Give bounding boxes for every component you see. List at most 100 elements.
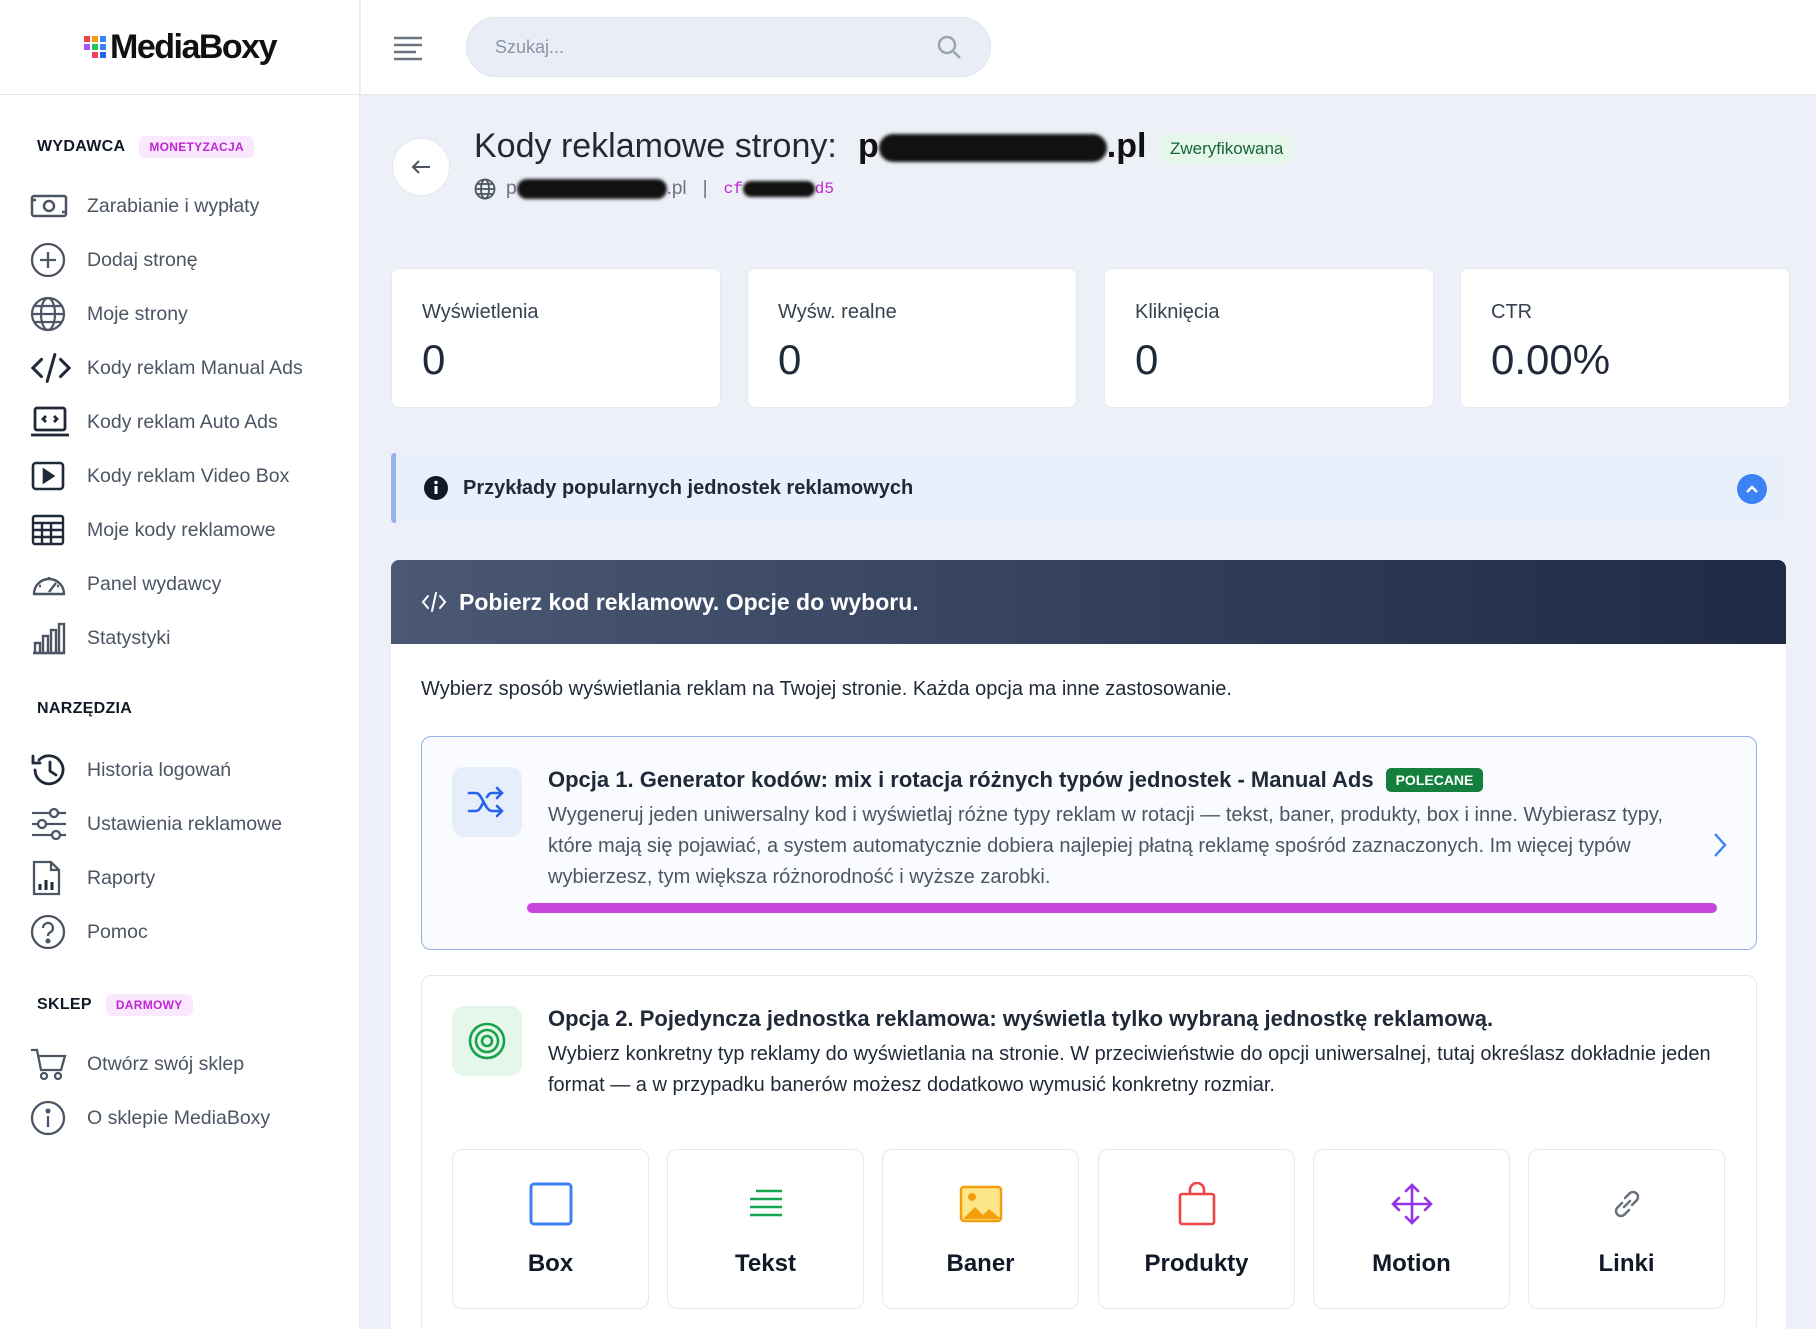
stat-label: Wyśw. realne bbox=[778, 301, 897, 323]
info-icon bbox=[30, 1098, 72, 1138]
report-icon bbox=[30, 858, 72, 898]
sidebar-item-label: Kody reklam Manual Ads bbox=[87, 356, 303, 379]
table-icon bbox=[30, 510, 72, 550]
format-products[interactable]: Produkty bbox=[1098, 1149, 1295, 1309]
format-label: Baner bbox=[946, 1250, 1015, 1277]
sidebar-item-ad-settings[interactable]: Ustawienia reklamowe bbox=[30, 804, 350, 844]
sidebar-item-my-ad-codes[interactable]: Moje kody reklamowe bbox=[30, 510, 350, 550]
sidebar-item-help[interactable]: Pomoc bbox=[30, 912, 350, 952]
code-icon bbox=[30, 348, 72, 388]
sidebar-item-add-site[interactable]: Dodaj stronę bbox=[30, 240, 350, 280]
format-text[interactable]: Tekst bbox=[667, 1149, 864, 1309]
video-icon bbox=[30, 456, 72, 496]
option-1-description: Wygeneruj jeden uniwersalny kod i wyświe… bbox=[548, 804, 1663, 888]
option-1-title: Opcja 1. Generator kodów: mix i rotacja … bbox=[548, 767, 1374, 792]
redacted-block bbox=[742, 180, 815, 197]
panel-header: Pobierz kod reklamowy. Opcje do wyboru. bbox=[391, 560, 1786, 644]
sidebar-item-label: Kody reklam Auto Ads bbox=[87, 410, 278, 433]
arrow-left-icon bbox=[411, 160, 430, 174]
stat-value: 0 bbox=[778, 336, 802, 383]
sidebar-item-reports[interactable]: Raporty bbox=[30, 858, 350, 898]
target-icon bbox=[452, 1006, 522, 1076]
stat-label: Wyświetlenia bbox=[422, 301, 539, 323]
status-badge: Zweryfikowana bbox=[1158, 133, 1296, 165]
examples-accordion[interactable]: Przykłady popularnych jednostek reklamow… bbox=[391, 453, 1789, 523]
topbar bbox=[361, 0, 1816, 95]
bar-chart-icon bbox=[30, 618, 72, 658]
section-title: WYDAWCA bbox=[37, 138, 126, 155]
section-publisher: WYDAWCA MONETYZACJA bbox=[37, 136, 254, 158]
stat-label: Kliknięcia bbox=[1135, 301, 1220, 323]
section-badge: MONETYZACJA bbox=[139, 136, 254, 158]
sidebar: MediaBoxy WYDAWCA MONETYZACJA Zarabianie… bbox=[0, 0, 360, 1329]
sidebar-item-label: Raporty bbox=[87, 866, 156, 889]
sidebar-item-login-history[interactable]: Historia logowań bbox=[30, 750, 350, 790]
globe-icon bbox=[474, 178, 496, 200]
plus-circle-icon bbox=[30, 240, 72, 280]
site-code-suffix: d5 bbox=[814, 180, 834, 198]
separator: | bbox=[702, 178, 708, 199]
site-subline: p .pl | cf d5 bbox=[474, 178, 834, 200]
search-icon[interactable] bbox=[936, 34, 962, 60]
panel-title: Pobierz kod reklamowy. Opcje do wyboru. bbox=[459, 588, 919, 615]
menu-toggle-icon[interactable] bbox=[391, 28, 431, 68]
sidebar-item-statistics[interactable]: Statystyki bbox=[30, 618, 350, 658]
stat-card-real-views: Wyśw. realne 0 bbox=[747, 268, 1077, 408]
redacted-block bbox=[878, 134, 1107, 163]
stat-card-ctr: CTR 0.00% bbox=[1460, 268, 1790, 408]
logo-icon bbox=[84, 36, 106, 58]
sidebar-item-label: Zarabianie i wypłaty bbox=[87, 194, 260, 217]
sidebar-item-label: Pomoc bbox=[87, 920, 148, 943]
page-title: Kody reklamowe strony: bbox=[474, 127, 837, 165]
format-box[interactable]: Box bbox=[452, 1149, 649, 1309]
stat-value: 0.00% bbox=[1491, 336, 1611, 383]
shuffle-icon bbox=[452, 767, 522, 837]
sidebar-item-video-box[interactable]: Kody reklam Video Box bbox=[30, 456, 350, 496]
stat-value: 0 bbox=[422, 336, 446, 383]
sidebar-item-label: Moje kody reklamowe bbox=[87, 518, 276, 541]
recommended-badge: POLECANE bbox=[1385, 768, 1484, 792]
logo[interactable]: MediaBoxy bbox=[0, 0, 360, 95]
format-label: Box bbox=[527, 1250, 574, 1277]
section-shop: SKLEP DARMOWY bbox=[37, 994, 193, 1016]
format-links[interactable]: Linki bbox=[1528, 1149, 1725, 1309]
code-icon bbox=[421, 591, 447, 613]
sidebar-item-label: O sklepie MediaBoxy bbox=[87, 1106, 271, 1129]
stat-value: 0 bbox=[1135, 336, 1159, 383]
cart-icon bbox=[30, 1044, 72, 1084]
sub-domain-suffix: .pl bbox=[666, 178, 687, 199]
sidebar-item-label: Otwórz swój sklep bbox=[87, 1052, 245, 1075]
search-input[interactable] bbox=[495, 36, 936, 58]
highlight-mark bbox=[527, 903, 1717, 913]
text-lines-icon bbox=[748, 1182, 784, 1226]
sidebar-item-label: Panel wydawcy bbox=[87, 572, 222, 595]
sidebar-item-earnings[interactable]: Zarabianie i wypłaty bbox=[30, 186, 350, 226]
format-label: Linki bbox=[1598, 1250, 1655, 1277]
sidebar-item-label: Dodaj stronę bbox=[87, 248, 198, 271]
format-banner[interactable]: Baner bbox=[882, 1149, 1079, 1309]
format-label: Tekst bbox=[735, 1250, 796, 1277]
brand-name: MediaBoxy bbox=[110, 27, 278, 66]
option-1-card[interactable]: Opcja 1. Generator kodów: mix i rotacja … bbox=[421, 736, 1757, 950]
back-button[interactable] bbox=[392, 138, 450, 196]
chevron-up-icon[interactable] bbox=[1737, 474, 1767, 504]
sidebar-item-auto-ads[interactable]: Kody reklam Auto Ads bbox=[30, 402, 350, 442]
option-2-title: Opcja 2. Pojedyncza jednostka reklamowa:… bbox=[548, 1006, 1494, 1031]
sidebar-item-manual-ads[interactable]: Kody reklam Manual Ads bbox=[30, 348, 350, 388]
money-icon bbox=[30, 186, 72, 226]
sub-domain-prefix: p bbox=[506, 178, 517, 199]
help-icon bbox=[30, 912, 72, 952]
format-motion[interactable]: Motion bbox=[1313, 1149, 1510, 1309]
sidebar-item-label: Statystyki bbox=[87, 626, 171, 649]
chevron-right-icon[interactable] bbox=[1712, 831, 1728, 864]
section-tools: NARZĘDZIA bbox=[37, 700, 132, 718]
sidebar-item-about-shop[interactable]: O sklepie MediaBoxy bbox=[30, 1098, 350, 1138]
sidebar-item-my-sites[interactable]: Moje strony bbox=[30, 294, 350, 334]
sidebar-item-label: Kody reklam Video Box bbox=[87, 464, 290, 487]
section-title: SKLEP bbox=[37, 996, 92, 1013]
stat-card-clicks: Kliknięcia 0 bbox=[1104, 268, 1434, 408]
sidebar-item-publisher-panel[interactable]: Panel wydawcy bbox=[30, 564, 350, 604]
stat-card-views: Wyświetlenia 0 bbox=[391, 268, 721, 408]
search-box bbox=[466, 17, 991, 77]
sidebar-item-open-shop[interactable]: Otwórz swój sklep bbox=[30, 1044, 350, 1084]
